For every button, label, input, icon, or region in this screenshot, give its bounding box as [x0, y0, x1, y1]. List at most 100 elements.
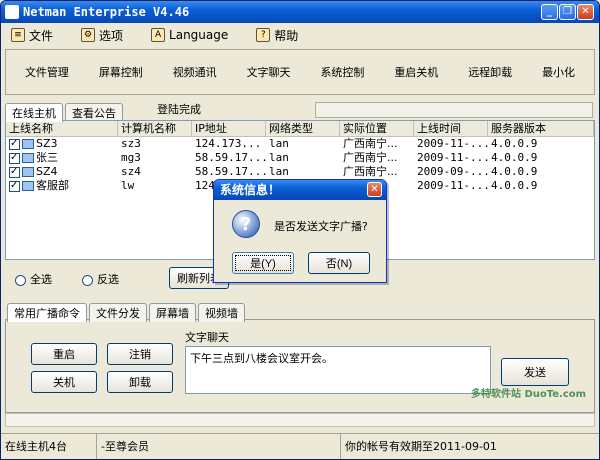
checkbox-icon[interactable] [9, 165, 20, 179]
menu-options-label: 选项 [99, 28, 124, 43]
table-cell: lan [266, 165, 340, 179]
table-cell: 广西南宁... [340, 151, 414, 165]
cell-text: 4.0.0.9 [491, 165, 538, 178]
cell-text: SZ3 [36, 137, 58, 150]
tab-online-hosts[interactable]: 在线主机 [5, 103, 63, 122]
language-icon: A [151, 28, 166, 42]
menu-language[interactable]: A Language [151, 28, 228, 42]
cell-text: 58.59.17... [195, 165, 266, 178]
account-expiry: 你的帐号有效期至2011-09-01 [345, 440, 497, 453]
minimize-icon[interactable]: _ [541, 4, 558, 20]
col-ip[interactable]: IP地址 [192, 121, 266, 136]
yes-button[interactable]: 是(Y) [232, 252, 294, 274]
computer-icon [22, 153, 34, 163]
system-control-button[interactable]: 系统控制 [316, 58, 368, 86]
col-server-version[interactable]: 服务器版本 [488, 121, 594, 136]
table-cell: lw [118, 179, 192, 193]
col-online-time[interactable]: 上线时间 [414, 121, 488, 136]
table-cell: 4.0.0.9 [488, 179, 594, 193]
table-cell: 广西南宁... [340, 165, 414, 179]
table-cell: sz3 [118, 137, 192, 151]
tab-screen-wall[interactable]: 屏幕墙 [149, 303, 196, 322]
file-manage-button[interactable]: 文件管理 [21, 58, 73, 86]
title-bar[interactable]: e Netman Enterprise V4.46 _ ❐ ✕ [1, 1, 599, 23]
menu-file[interactable]: ≡ 文件 [11, 27, 53, 44]
shutdown-button[interactable]: 关机 [31, 371, 97, 393]
login-progress [315, 102, 593, 118]
computer-icon [22, 181, 34, 191]
cell-text: 58.59.17... [195, 151, 266, 164]
col-location[interactable]: 实际位置 [340, 121, 414, 136]
table-cell: 张三 [6, 151, 118, 165]
table-cell: 58.59.17... [192, 165, 266, 179]
table-row[interactable]: SZ3 sz3 124.173... lan 广西南宁... 2009-11-...4.0… [6, 137, 594, 151]
chat-label: 文字聊天 [185, 331, 229, 344]
restart-shutdown-button[interactable]: 重启关机 [390, 58, 442, 86]
top-tabs: 在线主机 查看公告 [5, 103, 125, 122]
menu-options[interactable]: ⚙ 选项 [81, 27, 123, 44]
menu-help[interactable]: ? 帮助 [256, 27, 298, 44]
table-cell: SZ3 [6, 137, 118, 151]
no-button[interactable]: 否(N) [308, 252, 370, 274]
status-bar: 在线主机4台 -至尊会员 你的帐号有效期至2011-09-01 [1, 433, 599, 459]
select-all-radio[interactable]: 全选 [15, 271, 52, 287]
window-title: Netman Enterprise V4.46 [23, 5, 190, 19]
table-cell: 124.173... [192, 137, 266, 151]
login-status: 登陆完成 [157, 103, 201, 116]
dialog-close-icon[interactable]: ✕ [367, 182, 382, 197]
cell-text: 124.173... [195, 137, 262, 150]
uninstall-button[interactable]: 卸载 [107, 371, 173, 393]
restart-button[interactable]: 重启 [31, 343, 97, 365]
watermark-logo: 多特软件站 DuoTe.com [471, 389, 587, 400]
table-cell: 2009-09-... [414, 165, 488, 179]
options-icon: ⚙ [81, 28, 96, 42]
invert-label: 反选 [97, 273, 119, 286]
radio-icon [15, 274, 26, 286]
horizontal-scrollbar[interactable] [5, 413, 595, 427]
screen-control-button[interactable]: 屏幕控制 [95, 58, 147, 86]
invert-radio[interactable]: 反选 [82, 271, 119, 287]
col-computer-name[interactable]: 计算机名称 [118, 121, 192, 136]
menu-bar: ≡ 文件 ⚙ 选项 A Language ? 帮助 [1, 23, 599, 47]
tab-broadcast-commands[interactable]: 常用广播命令 [7, 303, 87, 322]
table-row[interactable]: SZ4 sz4 58.59.17...lan 广西南宁... 2009-09-...4.… [6, 165, 594, 179]
cell-text: 张三 [36, 151, 58, 164]
table-cell: 4.0.0.9 [488, 137, 594, 151]
cell-text: lan [269, 151, 289, 164]
text-chat-button[interactable]: 文字聊天 [243, 58, 295, 86]
checkbox-icon[interactable] [9, 137, 20, 151]
computer-icon [22, 167, 34, 177]
col-network[interactable]: 网络类型 [266, 121, 340, 136]
radio-icon [82, 274, 93, 286]
cell-text: 4.0.0.9 [491, 179, 538, 192]
minimize-button[interactable]: 最小化 [538, 58, 579, 86]
select-all-label: 全选 [30, 273, 52, 286]
dialog-message: 是否发送文字广播? [274, 220, 368, 233]
col-online-name[interactable]: 上线名称 [6, 121, 118, 136]
cell-text: mg3 [121, 151, 141, 164]
chat-textarea[interactable]: 下午三点到八楼会议室开会。 [185, 346, 491, 394]
table-cell: 2009-11-... [414, 179, 488, 193]
remote-uninstall-button[interactable]: 远程卸载 [464, 58, 516, 86]
cell-text: 4.0.0.9 [491, 151, 538, 164]
file-icon: ≡ [11, 28, 25, 42]
table-row[interactable]: 张三 mg3 58.59.17...lan 广西南宁... 2009-11-...4.0… [6, 151, 594, 165]
tab-file-distribution[interactable]: 文件分发 [89, 303, 147, 322]
logout-button[interactable]: 注销 [107, 343, 173, 365]
maximize-icon[interactable]: ❐ [559, 4, 576, 20]
tab-announcements[interactable]: 查看公告 [65, 103, 123, 121]
close-icon[interactable]: ✕ [577, 4, 594, 20]
toolbar: 文件管理 屏幕控制 视频通讯 文字聊天 系统控制 重启关机 远程卸载 最小化 [5, 49, 595, 95]
menu-file-label: 文件 [29, 28, 54, 43]
dialog-title-bar[interactable]: 系统信息！ ✕ [214, 180, 386, 200]
checkbox-icon[interactable] [9, 151, 20, 165]
cell-text: 广西南宁... [343, 137, 398, 150]
table-header: 上线名称 计算机名称 IP地址 网络类型 实际位置 上线时间 服务器版本 [6, 121, 594, 137]
send-button[interactable]: 发送 [501, 358, 569, 386]
cell-text: SZ4 [36, 165, 58, 178]
tab-video-wall[interactable]: 视频墙 [198, 303, 245, 322]
checkbox-icon[interactable] [9, 179, 20, 193]
video-call-button[interactable]: 视频通讯 [169, 58, 221, 86]
cell-text: 2009-09-... [417, 165, 488, 178]
bottom-tabs: 常用广播命令 文件分发 屏幕墙 视频墙 [7, 303, 247, 322]
